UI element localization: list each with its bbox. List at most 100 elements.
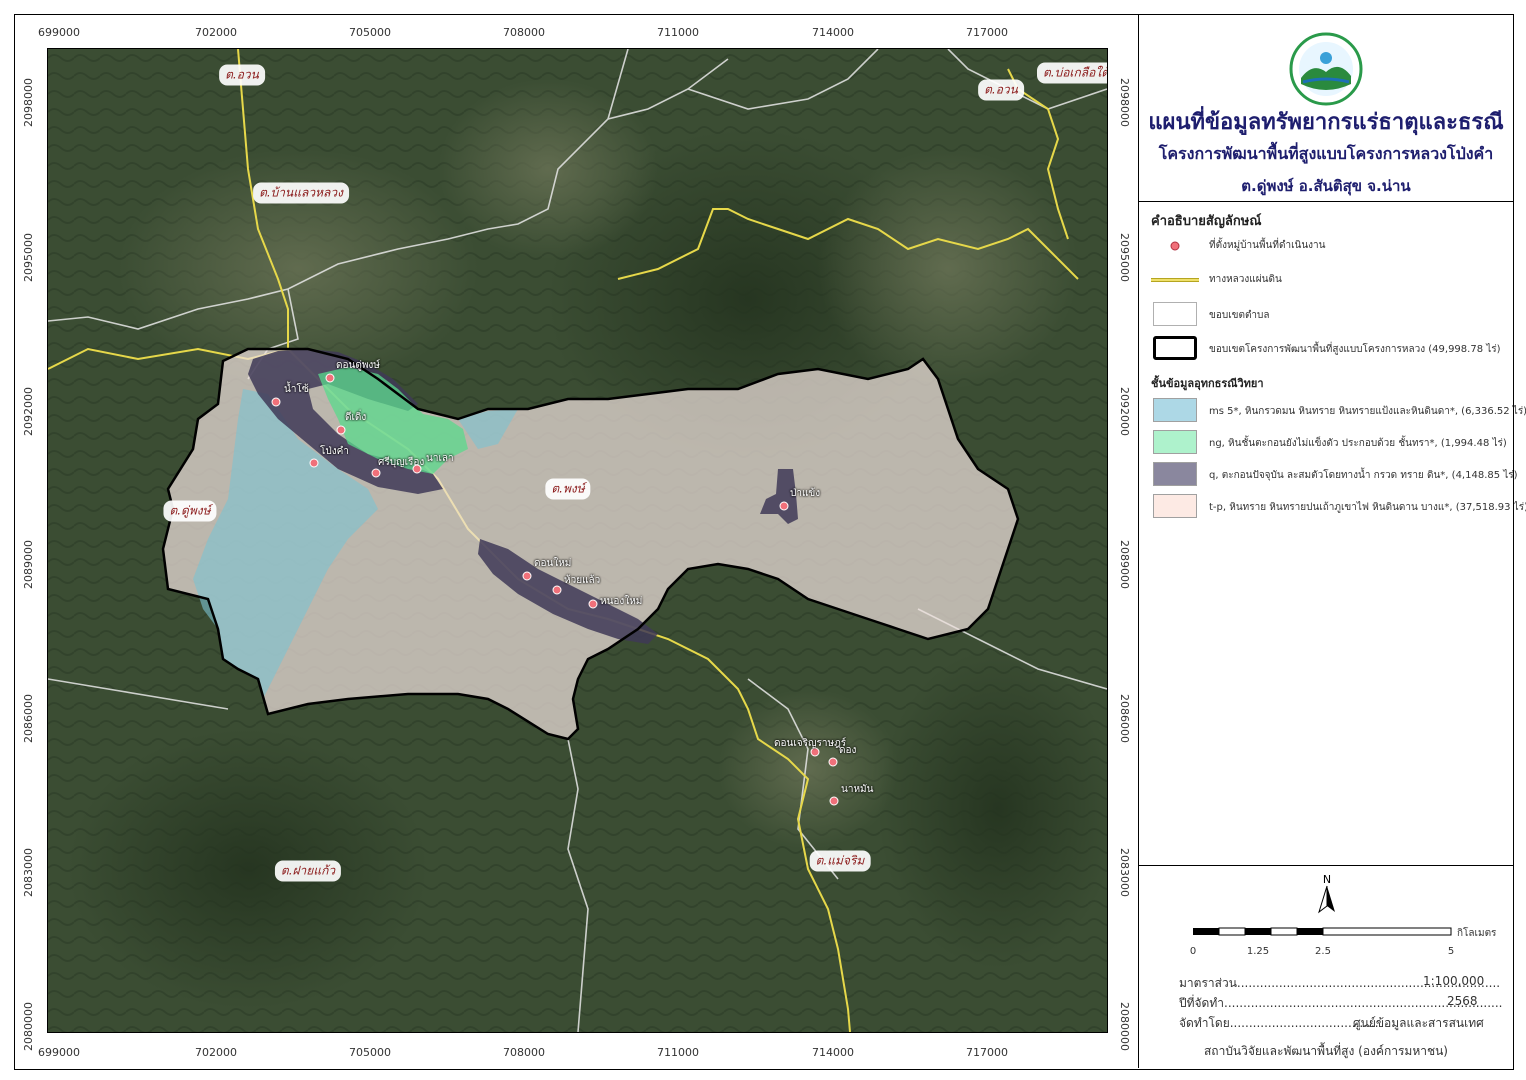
village-marker[interactable]: [552, 585, 562, 595]
village-label: ดอง: [839, 745, 857, 756]
map-title: แผนที่ข้อมูลทรัพยากรแร่ธาตุและธรณี: [1148, 110, 1504, 135]
geology-ms5-swatch: [1153, 398, 1197, 422]
village-marker[interactable]: [271, 397, 281, 407]
x-tick-top: 711000: [657, 26, 699, 39]
place-label: ต.แม่จริม: [809, 850, 871, 872]
subdistrict-boundary-icon: [1153, 302, 1197, 326]
made-by-value: ศูนย์ข้อมูลและสารสนเทศ: [1353, 1016, 1484, 1030]
y-tick-left: 2095000: [22, 233, 35, 282]
place-label: ต.ฝายแก้ว: [274, 860, 342, 882]
village-label: ดอนดู่พงษ์: [336, 360, 380, 371]
y-tick-right: 2092000: [1118, 387, 1131, 436]
legend-heading: คำอธิบายสัญลักษณ์: [1151, 214, 1262, 229]
village-marker[interactable]: [522, 571, 532, 581]
village-label: ห้วยแล้ว: [564, 575, 601, 586]
geology-heading: ชั้นข้อมูลอุทกธรณีวิทยา: [1151, 377, 1264, 390]
x-tick-top: 717000: [966, 26, 1008, 39]
hrdi-logo-icon: [1289, 32, 1363, 106]
village-marker[interactable]: [412, 464, 422, 474]
place-label: ต.พงษ์: [545, 478, 591, 500]
legend-item-q: q, ตะกอนปัจจุบัน ละสมตัวโดยทางน้ำ กรวด ท…: [1151, 462, 1518, 490]
y-tick-right: 2095000: [1118, 233, 1131, 282]
village-marker[interactable]: [336, 425, 346, 435]
x-tick-top: 699000: [38, 26, 80, 39]
village-marker[interactable]: [829, 796, 839, 806]
legend-label: ms 5*, หินกรวดมน หินทราย หินทรายแป้งและห…: [1209, 406, 1526, 417]
scale-unit: กิโลเมตร: [1457, 926, 1497, 939]
scale-value: 1:100,000: [1423, 974, 1485, 988]
place-label: ต.อวน: [978, 79, 1024, 101]
village-marker[interactable]: [309, 458, 319, 468]
map-info-block: N 0 1.25 2.5 5 กิโลเมตร มาตราส่วน.......…: [1139, 865, 1513, 1069]
geology-ng-swatch: [1153, 430, 1197, 454]
village-label: น้ำโซ้: [284, 384, 309, 395]
scale-tick: 2.5: [1315, 946, 1331, 957]
legend-item-highway: ทางหลวงแผ่นดิน: [1151, 270, 1511, 298]
village-label: นาเลา: [426, 453, 454, 464]
y-tick-left: 2089000: [22, 540, 35, 589]
map-canvas: [48, 49, 1107, 1032]
x-tick-bottom: 708000: [503, 1046, 545, 1059]
y-tick-left: 2080000: [22, 1002, 35, 1051]
village-label: ดีเดิ่ง: [345, 412, 367, 423]
y-tick-right: 2089000: [1118, 540, 1131, 589]
y-tick-right: 2098000: [1118, 78, 1131, 127]
y-tick-left: 2098000: [22, 78, 35, 127]
village-marker[interactable]: [325, 373, 335, 383]
y-tick-left: 2083000: [22, 848, 35, 897]
legend-label: ที่ตั้งหมู่บ้านพื้นที่ดำเนินงาน: [1209, 240, 1326, 251]
geology-tp-swatch: [1153, 494, 1197, 518]
north-label: N: [1323, 873, 1331, 886]
village-marker[interactable]: [588, 599, 598, 609]
village-label: โป่งคำ: [320, 446, 349, 457]
ridge-patch: [438, 79, 658, 259]
map-frame[interactable]: ต.อวน ต.อวน ต.บ่อเกลือใต้ ต.บ้านแลวหลวง …: [47, 48, 1108, 1033]
east-ridge-patch: [818, 149, 1078, 389]
y-tick-right: 2086000: [1118, 694, 1131, 743]
village-label: นาหมัน: [841, 784, 874, 795]
map-subtitle-project: โครงการพัฒนาพื้นที่สูงแบบโครงการหลวงโป่ง…: [1158, 144, 1494, 163]
y-tick-right: 2080000: [1118, 1002, 1131, 1051]
made-by-row-label: จัดทำโดย................................…: [1179, 1016, 1379, 1030]
legend-item-village: ที่ตั้งหมู่บ้านพื้นที่ดำเนินงาน: [1151, 236, 1511, 264]
highway-line-icon: [1151, 278, 1199, 282]
map-sheet: 699000 702000 705000 708000 711000 71400…: [0, 0, 1526, 1080]
x-tick-bottom: 711000: [657, 1046, 699, 1059]
legend-item-ng: ng, หินชั้นตะกอนยังไม่แข็งตัว ประกอบด้วย…: [1151, 430, 1511, 458]
scale-tick: 5: [1448, 946, 1454, 957]
place-label: ต.ดู่พงษ์: [163, 500, 217, 522]
village-label: หนองใหม่: [600, 596, 643, 607]
place-label: ต.บ่อเกลือใต้: [1036, 62, 1107, 84]
legend-label: q, ตะกอนปัจจุบัน ละสมตัวโดยทางน้ำ กรวด ท…: [1209, 470, 1518, 481]
legend-label: ขอบเขตตำบล: [1209, 310, 1270, 321]
year-value: 2568: [1447, 994, 1478, 1008]
title-block: แผนที่ข้อมูลทรัพยากรแร่ธาตุและธรณี โครงก…: [1139, 14, 1513, 202]
place-label: ต.อวน: [219, 64, 265, 86]
legend-label: ทางหลวงแผ่นดิน: [1209, 274, 1282, 285]
southwest-forest: [68, 729, 428, 1009]
x-tick-bottom: 702000: [195, 1046, 237, 1059]
village-marker[interactable]: [828, 757, 838, 767]
place-label: ต.บ้านแลวหลวง: [253, 182, 349, 204]
legend-item-ms5: ms 5*, หินกรวดมน หินทราย หินทรายแป้งและห…: [1151, 398, 1526, 426]
x-tick-top: 705000: [349, 26, 391, 39]
geology-q-swatch: [1153, 462, 1197, 486]
village-point-icon: [1170, 241, 1180, 251]
y-tick-left: 2092000: [22, 387, 35, 436]
village-label: ป่าแข้ง: [790, 488, 821, 499]
x-tick-top: 708000: [503, 26, 545, 39]
x-tick-bottom: 717000: [966, 1046, 1008, 1059]
x-tick-bottom: 714000: [812, 1046, 854, 1059]
legend-item-project: ขอบเขตโครงการพัฒนาพื้นที่สูงแบบโครงการหล…: [1151, 336, 1511, 364]
scale-tick: 0: [1190, 946, 1196, 957]
legend-item-tp: t-p, หินทราย หินทรายปนเถ้าภูเขาไฟ หินดิน…: [1151, 494, 1526, 522]
southeast-forest: [878, 649, 1107, 969]
x-tick-top: 714000: [812, 26, 854, 39]
map-subtitle-location: ต.ดู่พงษ์ อ.สันติสุข จ.น่าน: [1241, 177, 1411, 195]
legend-label: ng, หินชั้นตะกอนยังไม่แข็งตัว ประกอบด้วย…: [1209, 438, 1507, 449]
x-tick-bottom: 699000: [38, 1046, 80, 1059]
legend-label: ขอบเขตโครงการพัฒนาพื้นที่สูงแบบโครงการหล…: [1209, 344, 1501, 355]
x-tick-top: 702000: [195, 26, 237, 39]
village-label: ดอนใหม่: [534, 558, 572, 569]
village-marker[interactable]: [779, 501, 789, 511]
